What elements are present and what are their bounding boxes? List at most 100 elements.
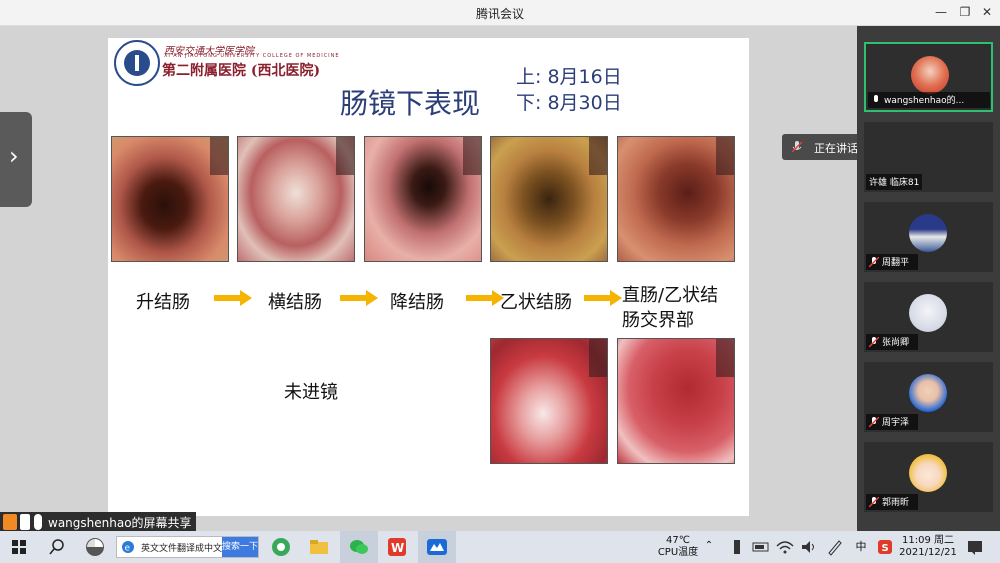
chevron-right-icon: › [9, 142, 19, 170]
maximize-icon[interactable]: ❐ [956, 4, 974, 20]
ie-browser-icon: e [122, 541, 134, 554]
label-no-scope: 未进镜 [284, 382, 338, 403]
usb-drive-icon[interactable] [726, 536, 748, 558]
chevron-up-icon[interactable]: ⌃ [702, 540, 716, 552]
participant-namebar: 周翻平 [866, 254, 918, 270]
presentation-slide: 西安交通大学医学院 XI'AN JIAOTONG UNIVERSITY COLL… [108, 38, 749, 516]
mic-muted-icon [869, 417, 879, 427]
wps-office-icon[interactable]: W [386, 536, 408, 558]
speaking-label: 正在讲话: [814, 142, 862, 155]
screen-share-indicator: wangshenhao的屏幕共享 [0, 512, 196, 532]
participant-name: 郭雨昕 [882, 498, 910, 508]
360-browser-icon[interactable] [270, 536, 292, 558]
avatar [911, 56, 949, 94]
participant-name: 张尚卿 [882, 338, 910, 348]
search-icon[interactable] [46, 536, 68, 558]
pen-icon[interactable] [824, 536, 846, 558]
date-bottom: 下: 8月30日 [516, 92, 622, 114]
expand-panel-button[interactable]: › [0, 112, 32, 207]
participant-tile[interactable]: 周宇泽 [864, 362, 993, 432]
browser-search-box[interactable]: e 英文文件翻译成中文 搜索一下 [116, 536, 259, 558]
arrow-right-icon [340, 290, 378, 306]
avatar [909, 374, 947, 412]
search-button[interactable]: 搜索一下 [222, 537, 258, 557]
taskbar: e 英文文件翻译成中文 搜索一下 W 47℃ CPU温度 ⌃ 中 S 11:09… [0, 531, 1000, 563]
participant-tile[interactable]: 郭雨昕 [864, 442, 993, 512]
mic-muted-icon [869, 497, 879, 507]
endoscopy-image-sigmoid-followup [490, 338, 608, 464]
window-title: 腾讯会议 [475, 7, 524, 21]
ime-indicator[interactable]: 中 [852, 541, 870, 553]
windows-start-icon[interactable] [8, 536, 30, 558]
endoscopy-image-ascending [111, 136, 229, 262]
folder-icon[interactable] [308, 536, 330, 558]
clock[interactable]: 11:09 周二 2021/12/21 [898, 535, 958, 559]
shared-screen: 西安交通大学医学院 XI'AN JIAOTONG UNIVERSITY COLL… [0, 26, 857, 531]
endoscopy-image-transverse [237, 136, 355, 262]
endoscopy-image-sigmoid [490, 136, 608, 262]
label-ascending-colon: 升结肠 [136, 292, 190, 313]
mic-icon [34, 514, 42, 530]
participant-tile[interactable]: 周翻平 [864, 202, 993, 272]
participant-tile[interactable]: 张尚卿 [864, 282, 993, 352]
avatar [909, 454, 947, 492]
mic-muted-icon [869, 257, 879, 267]
label-descending-colon: 降结肠 [390, 292, 444, 313]
label-rectosigmoid-line2: 肠交界部 [622, 310, 694, 331]
window-titlebar: 腾讯会议 — ❐ ✕ [0, 0, 1000, 26]
endoscopy-image-rectosigmoid-followup [617, 338, 735, 464]
avatar [909, 294, 947, 332]
label-sigmoid-colon: 乙状结肠 [500, 292, 572, 313]
battery-icon[interactable] [750, 536, 772, 558]
participants-panel: wangshenhao的... 许雄 临床81 周翻平 张尚卿 周宇泽 郭雨昕 [857, 26, 1000, 531]
label-transverse-colon: 横结肠 [268, 292, 322, 313]
participant-namebar: 张尚卿 [866, 334, 918, 350]
participant-name: 周翻平 [882, 258, 910, 268]
participant-namebar: 郭雨昕 [866, 494, 918, 510]
tencent-meeting-taskbar-item[interactable] [418, 531, 456, 563]
minimize-icon[interactable]: — [932, 4, 950, 20]
volume-icon[interactable] [798, 536, 820, 558]
pinwheel-app-icon[interactable] [84, 536, 106, 558]
participant-name: 周宇泽 [882, 418, 910, 428]
mic-icon [874, 95, 878, 102]
participant-namebar: 许雄 临床81 [866, 174, 922, 190]
notification-icon[interactable] [964, 536, 986, 558]
mic-muted-icon [791, 141, 803, 153]
university-logo [114, 40, 160, 86]
wechat-icon [350, 540, 368, 554]
share-label: wangshenhao的屏幕共享 [48, 516, 192, 530]
slide-title: 肠镜下表现 [340, 87, 481, 120]
tencent-meeting-icon [427, 539, 447, 555]
participant-namebar: 周宇泽 [866, 414, 918, 430]
arrow-right-icon [214, 290, 252, 306]
sogou-ime-icon[interactable]: S [874, 536, 896, 558]
cpu-temp-value: 47℃ [666, 535, 690, 546]
cpu-temperature: 47℃ CPU温度 [656, 535, 700, 559]
screen-icon [20, 514, 30, 530]
svg-text:W: W [391, 541, 404, 555]
logo-english-name: XI'AN JIAOTONG UNIVERSITY COLLEGE OF MED… [164, 53, 340, 59]
user-icon [3, 514, 17, 530]
clock-date: 2021/12/21 [899, 547, 957, 558]
participant-namebar: wangshenhao的... [868, 92, 990, 108]
svg-text:e: e [125, 544, 131, 554]
wechat-taskbar-item[interactable] [340, 531, 378, 563]
close-icon[interactable]: ✕ [978, 4, 996, 20]
date-legend: 上: 8月16日 下: 8月30日 [516, 64, 622, 116]
wifi-icon[interactable] [774, 536, 796, 558]
clock-time: 11:09 周二 [902, 535, 954, 546]
svg-text:S: S [882, 543, 889, 554]
arrow-right-icon [584, 290, 622, 306]
endoscopy-image-rectosigmoid [617, 136, 735, 262]
cpu-temp-label: CPU温度 [657, 547, 699, 558]
date-top: 上: 8月16日 [516, 66, 622, 88]
avatar [909, 214, 947, 252]
endoscopy-image-descending [364, 136, 482, 262]
participant-tile[interactable]: 许雄 临床81 [864, 122, 993, 192]
label-rectosigmoid-line1: 直肠/乙状结 [622, 285, 719, 306]
participant-tile[interactable]: wangshenhao的... [864, 42, 993, 112]
hospital-name: 第二附属医院 (西北医院) [162, 63, 321, 79]
participant-name: wangshenhao的... [884, 96, 965, 106]
mic-muted-icon [869, 337, 879, 347]
